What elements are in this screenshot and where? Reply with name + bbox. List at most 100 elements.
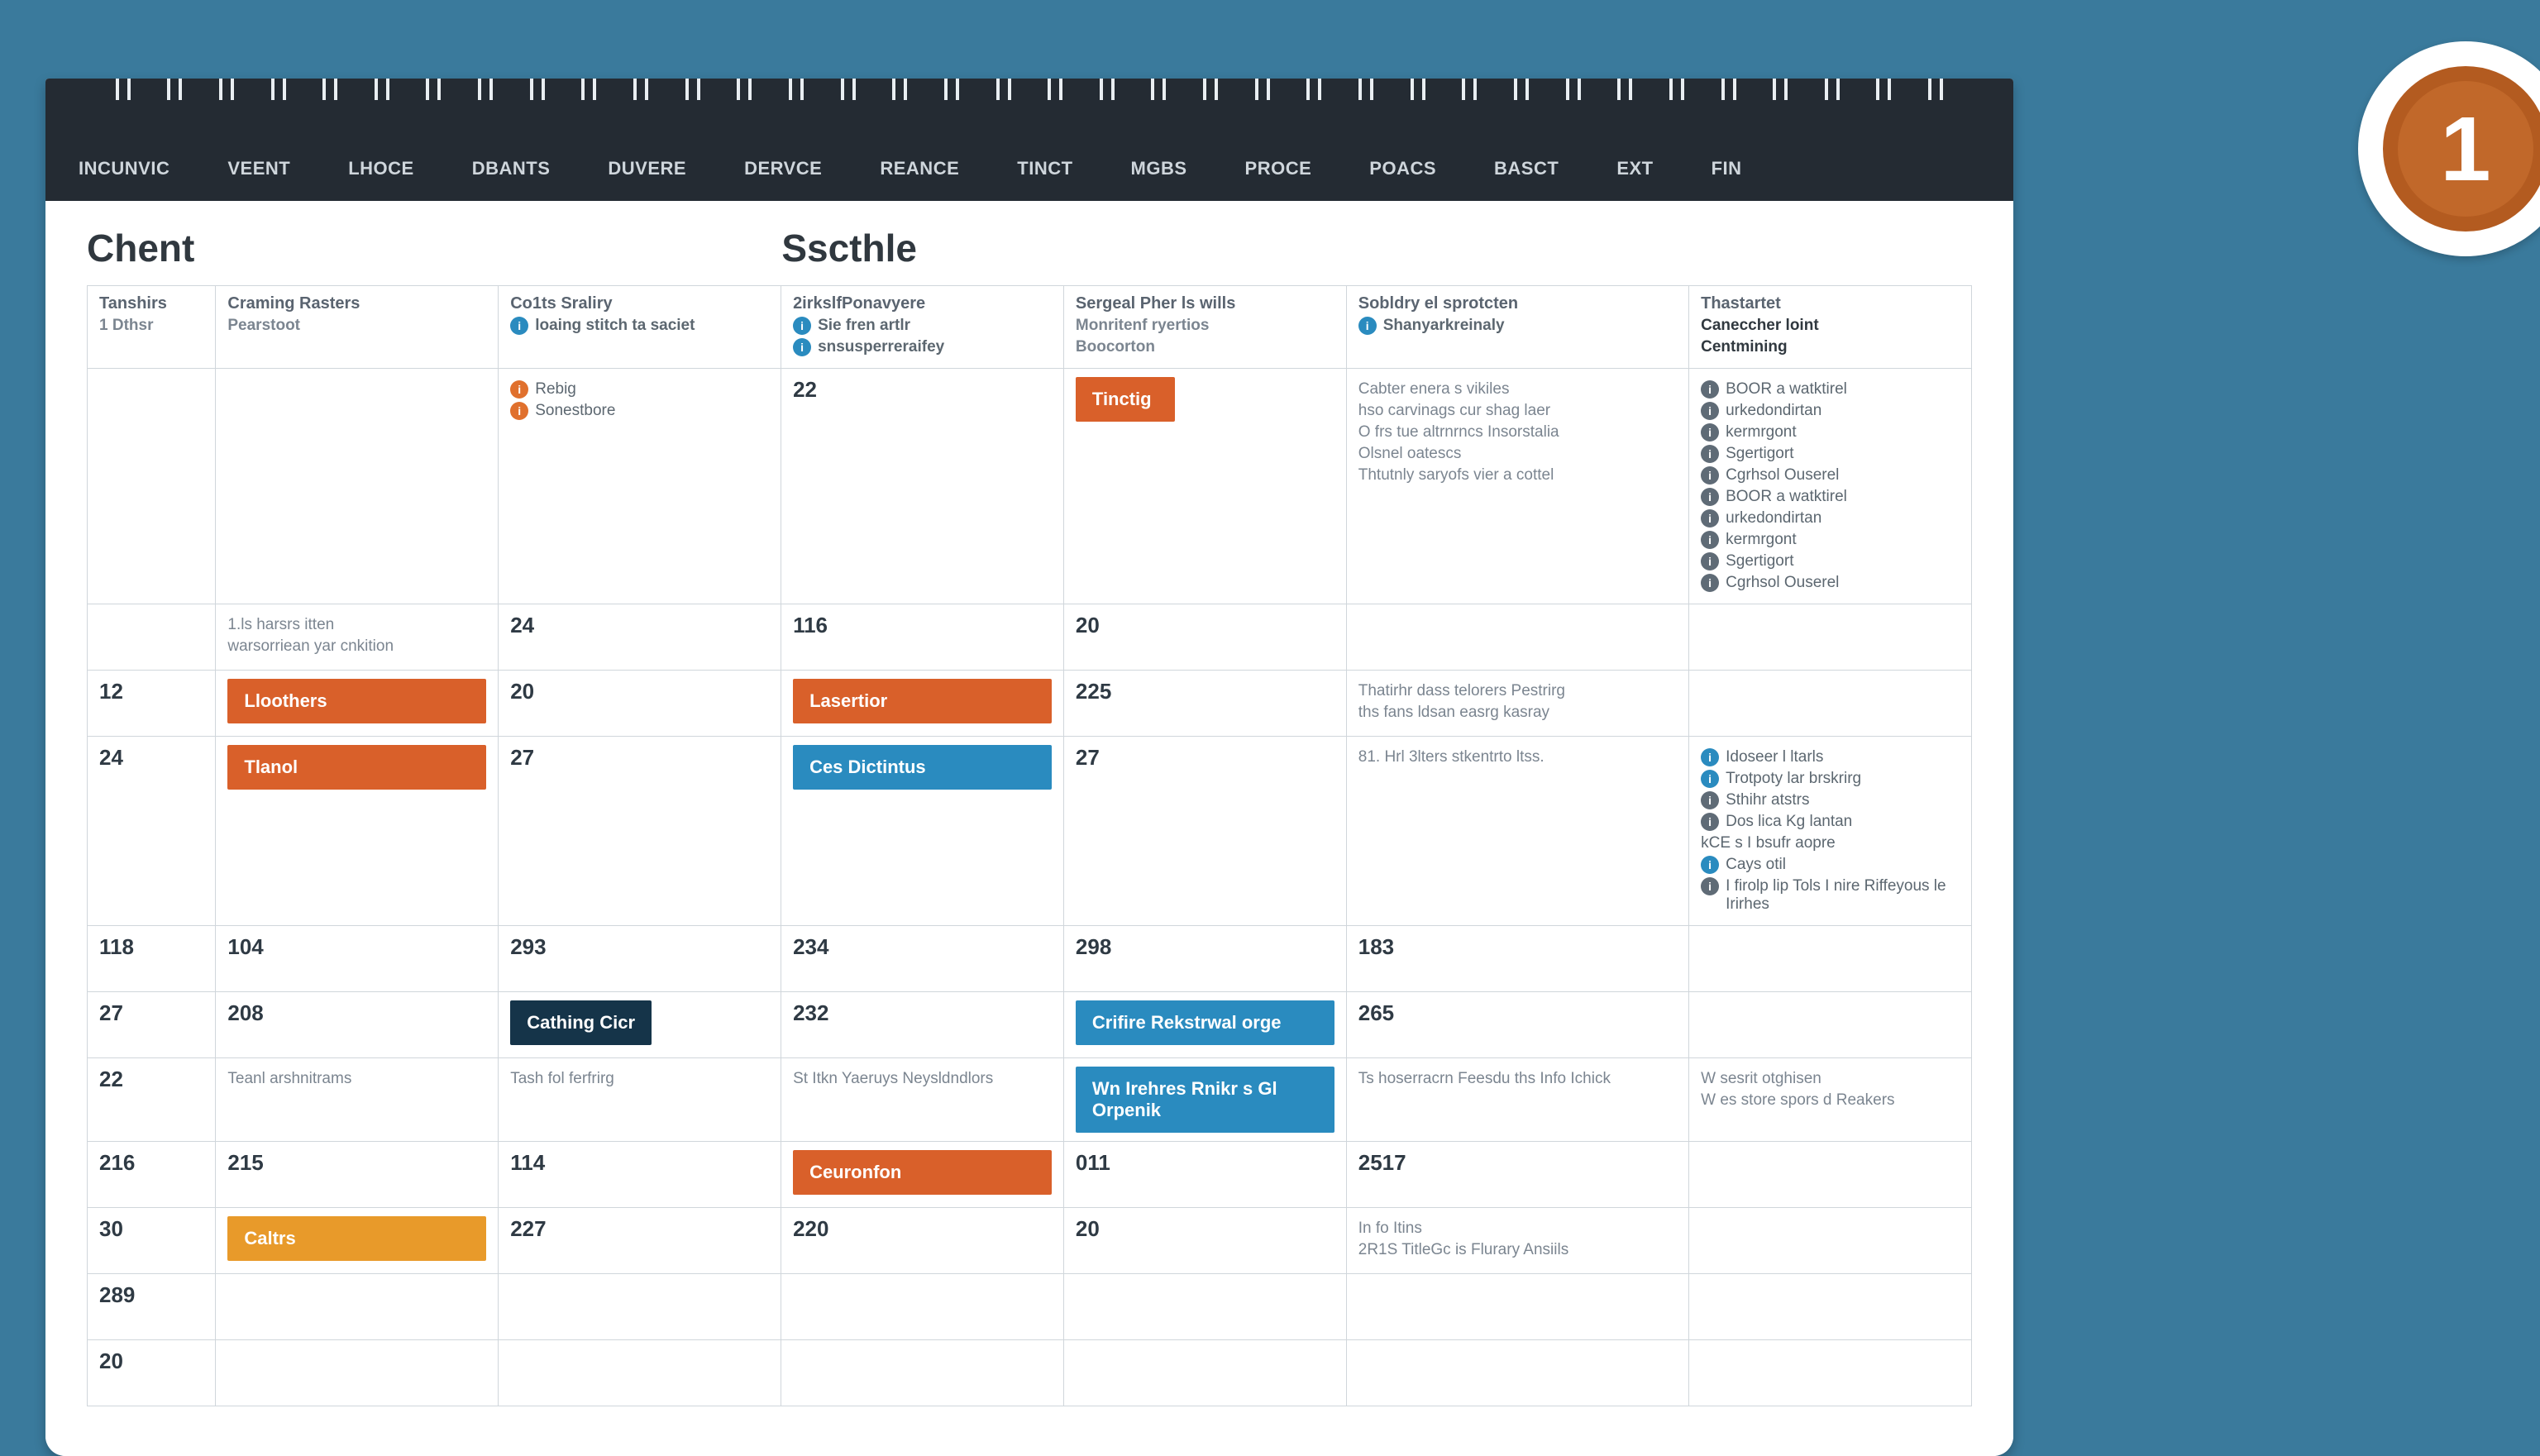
table-cell[interactable]: iRebigiSonestbore [499, 369, 781, 604]
table-cell[interactable] [1063, 1340, 1346, 1406]
table-cell[interactable]: 208 [216, 992, 499, 1058]
table-cell[interactable]: 232 [781, 992, 1064, 1058]
table-cell[interactable]: 234 [781, 926, 1064, 992]
table-cell[interactable]: Cabter enera s vikileshso carvinags cur … [1346, 369, 1688, 604]
table-cell[interactable]: 27 [1063, 737, 1346, 926]
table-cell[interactable] [1689, 604, 1972, 671]
table-cell[interactable] [88, 604, 216, 671]
table-cell[interactable] [499, 1340, 781, 1406]
table-cell[interactable]: Tash fol ferfrirg [499, 1058, 781, 1142]
menu-item[interactable]: DUVERE [608, 158, 686, 179]
table-cell[interactable] [1346, 1274, 1688, 1340]
table-cell[interactable]: 1.ls harsrs ittenwarsorriean yar cnkitio… [216, 604, 499, 671]
table-cell[interactable]: 216 [88, 1142, 216, 1208]
table-cell[interactable]: St Itkn Yaeruys Neysldndlors [781, 1058, 1064, 1142]
table-cell[interactable]: 20 [88, 1340, 216, 1406]
event-block[interactable]: Caltrs [227, 1216, 486, 1261]
table-cell[interactable]: 265 [1346, 992, 1688, 1058]
table-cell[interactable]: Thatirhr dass telorers Pestrirgths fans … [1346, 671, 1688, 737]
menu-item[interactable]: POACS [1369, 158, 1436, 179]
table-cell[interactable]: 81. Hrl 3lters stkentrto ltss. [1346, 737, 1688, 926]
table-cell[interactable] [216, 369, 499, 604]
table-cell[interactable]: Tinctig [1063, 369, 1346, 604]
menu-item[interactable]: VEENT [227, 158, 290, 179]
table-cell[interactable]: 27 [499, 737, 781, 926]
table-cell[interactable] [88, 369, 216, 604]
table-cell[interactable]: In fo Itins2R1S TitleGc is Flurary Ansii… [1346, 1208, 1688, 1274]
event-block[interactable]: Lasertior [793, 679, 1052, 723]
event-block[interactable]: Ceuronfon [793, 1150, 1052, 1195]
table-cell[interactable] [1689, 1340, 1972, 1406]
table-cell[interactable]: 104 [216, 926, 499, 992]
table-cell[interactable]: Ces Dictintus [781, 737, 1064, 926]
table-cell[interactable]: 20 [1063, 604, 1346, 671]
event-block[interactable]: Tlanol [227, 745, 486, 790]
event-block[interactable]: Tinctig [1076, 377, 1175, 422]
table-cell[interactable] [1689, 1208, 1972, 1274]
table-cell[interactable] [1689, 1142, 1972, 1208]
event-block[interactable]: Wn Irehres Rnikr s Gl Orpenik [1076, 1067, 1334, 1133]
table-cell[interactable]: iBOOR a watktireliurkedondirtanikermrgon… [1689, 369, 1972, 604]
table-cell[interactable]: Lasertior [781, 671, 1064, 737]
table-cell[interactable] [1063, 1274, 1346, 1340]
menu-item[interactable]: REANCE [880, 158, 959, 179]
table-cell[interactable]: 12 [88, 671, 216, 737]
table-cell[interactable]: Tlanol [216, 737, 499, 926]
table-cell[interactable]: W sesrit otghisenW es store spors d Reak… [1689, 1058, 1972, 1142]
table-cell[interactable] [499, 1274, 781, 1340]
menu-item[interactable]: FIN [1712, 158, 1742, 179]
table-cell[interactable] [1689, 671, 1972, 737]
table-cell[interactable]: 118 [88, 926, 216, 992]
table-cell[interactable]: 20 [499, 671, 781, 737]
table-cell[interactable]: 225 [1063, 671, 1346, 737]
menu-item[interactable]: DERVCE [744, 158, 822, 179]
table-cell[interactable]: 24 [499, 604, 781, 671]
event-block[interactable]: Crifire Rekstrwal orge [1076, 1000, 1334, 1045]
table-cell[interactable]: iIdoseer l ltarlsiTrotpoty lar brskrirgi… [1689, 737, 1972, 926]
table-cell[interactable] [781, 1274, 1064, 1340]
table-cell[interactable]: 30 [88, 1208, 216, 1274]
menu-item[interactable]: BASCT [1494, 158, 1559, 179]
table-cell[interactable] [1346, 604, 1688, 671]
table-cell[interactable]: Wn Irehres Rnikr s Gl Orpenik [1063, 1058, 1346, 1142]
table-cell[interactable]: 011 [1063, 1142, 1346, 1208]
table-cell[interactable] [781, 1340, 1064, 1406]
table-cell[interactable]: Crifire Rekstrwal orge [1063, 992, 1346, 1058]
table-cell[interactable] [216, 1274, 499, 1340]
table-cell[interactable]: Ts hoserracrn Feesdu ths Info Ichick [1346, 1058, 1688, 1142]
table-cell[interactable]: 2517 [1346, 1142, 1688, 1208]
table-cell[interactable]: Ceuronfon [781, 1142, 1064, 1208]
table-cell[interactable]: Cathing Cicr [499, 992, 781, 1058]
menu-item[interactable]: TINCT [1017, 158, 1072, 179]
table-cell[interactable]: 183 [1346, 926, 1688, 992]
table-cell[interactable]: 215 [216, 1142, 499, 1208]
table-cell[interactable]: 293 [499, 926, 781, 992]
event-block[interactable]: Lloothers [227, 679, 486, 723]
table-cell[interactable]: 22 [88, 1058, 216, 1142]
table-cell[interactable]: Teanl arshnitrams [216, 1058, 499, 1142]
table-cell[interactable]: Lloothers [216, 671, 499, 737]
event-block[interactable]: Ces Dictintus [793, 745, 1052, 790]
table-cell[interactable] [1689, 926, 1972, 992]
table-cell[interactable] [1689, 992, 1972, 1058]
table-cell[interactable]: 114 [499, 1142, 781, 1208]
event-block[interactable]: Cathing Cicr [510, 1000, 652, 1045]
table-cell[interactable]: 20 [1063, 1208, 1346, 1274]
menu-item[interactable]: MGBS [1131, 158, 1187, 179]
table-cell[interactable]: 24 [88, 737, 216, 926]
menu-item[interactable]: EXT [1616, 158, 1653, 179]
menu-item[interactable]: LHOCE [348, 158, 414, 179]
table-cell[interactable]: 289 [88, 1274, 216, 1340]
table-cell[interactable]: 227 [499, 1208, 781, 1274]
table-cell[interactable]: 298 [1063, 926, 1346, 992]
menu-item[interactable]: PROCE [1245, 158, 1312, 179]
table-cell[interactable]: 116 [781, 604, 1064, 671]
table-cell[interactable]: Caltrs [216, 1208, 499, 1274]
table-cell[interactable] [1346, 1340, 1688, 1406]
table-cell[interactable]: 22 [781, 369, 1064, 604]
table-cell[interactable] [1689, 1274, 1972, 1340]
table-cell[interactable] [216, 1340, 499, 1406]
table-cell[interactable]: 27 [88, 992, 216, 1058]
menu-item[interactable]: INCUNVIC [79, 158, 169, 179]
table-cell[interactable]: 220 [781, 1208, 1064, 1274]
